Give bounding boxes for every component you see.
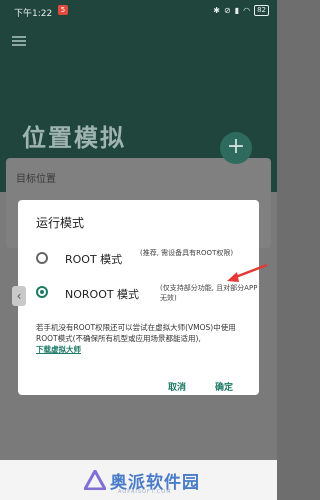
vmos-hint-text: 若手机没有ROOT权限还可以尝试在虚拟大师(VMOS)中使用ROOT模式(不确保… <box>36 323 236 343</box>
watermark-subtext: AOPAISOFT.COM <box>118 489 172 495</box>
menu-icon[interactable] <box>12 36 26 46</box>
add-icon[interactable]: + <box>220 132 252 164</box>
notification-badge: 5 <box>58 5 68 15</box>
root-mode-radio[interactable] <box>36 252 48 264</box>
battery-icon: 82 <box>254 5 269 16</box>
cancel-button[interactable]: 取消 <box>168 380 186 393</box>
noroot-mode-note: (仅支持部分功能, 且对部分APP无效) <box>160 284 258 302</box>
side-back-handle-icon[interactable]: ‹ <box>12 286 26 306</box>
page-title: 位置模拟 <box>22 124 126 152</box>
noroot-mode-radio[interactable] <box>36 286 48 298</box>
wifi-icon: ◠ <box>243 6 251 15</box>
confirm-button[interactable]: 确定 <box>215 380 233 393</box>
mute-icon: ⊘ <box>223 6 231 15</box>
root-mode-label[interactable]: ROOT 模式 <box>65 251 122 267</box>
download-vmos-link[interactable]: 下载虚拟大师 <box>36 344 81 355</box>
signal-icon: ▮ <box>234 6 240 15</box>
status-time: 下午1:22 <box>14 9 53 19</box>
target-location-label: 目标位置 <box>16 174 56 185</box>
dialog-title: 运行模式 <box>36 216 85 230</box>
noroot-mode-label[interactable]: NOROOT 模式 <box>65 286 139 302</box>
red-arrow-icon <box>227 263 268 282</box>
watermark-logo <box>84 470 106 490</box>
bluetooth-icon: ✱ <box>213 6 220 15</box>
root-mode-note: (推荐, 需设备具有ROOT权限) <box>140 249 234 257</box>
status-icons: ✱ ⊘ ▮ ◠ 82 <box>213 5 269 16</box>
